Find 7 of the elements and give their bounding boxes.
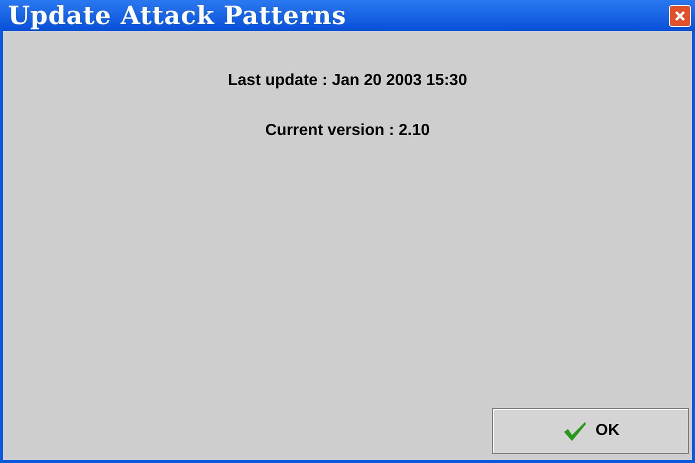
info-text: Current version : 2.10 [265,122,430,140]
checkmark-icon [562,420,588,442]
ok-button[interactable]: OK [492,408,689,454]
close-button[interactable] [669,4,691,26]
close-icon [673,8,687,22]
info-text: Last update : Jan 20 2003 15:30 [228,72,468,90]
window-title: Update Attack Patterns [8,1,346,30]
